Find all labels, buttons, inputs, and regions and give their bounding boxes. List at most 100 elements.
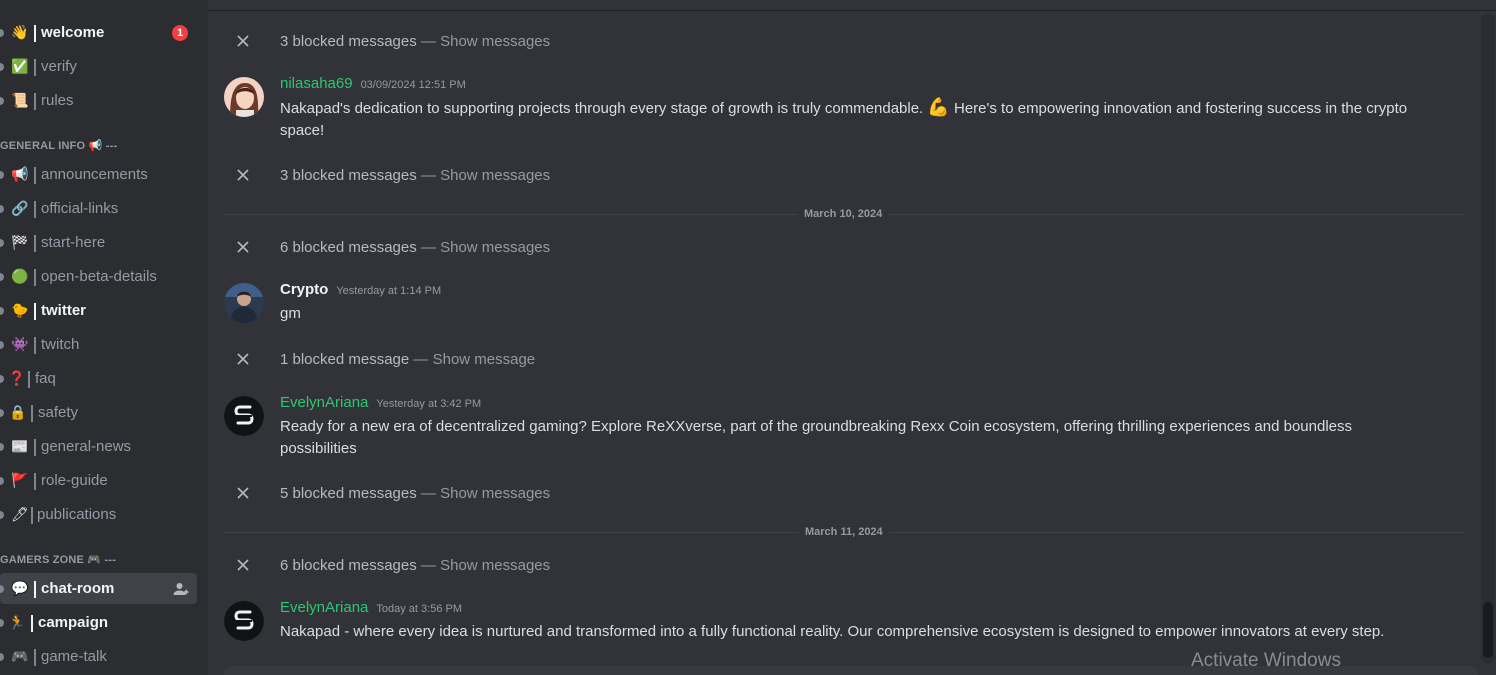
close-icon[interactable] [236, 168, 250, 182]
scroll-icon: 📜 [11, 92, 29, 109]
close-icon[interactable] [236, 352, 250, 366]
channel-safety[interactable]: 🔒 safety [0, 397, 197, 428]
channel-pin-dot [0, 584, 4, 593]
channel-separator [34, 649, 36, 666]
pen-icon: 🖊 [11, 506, 29, 523]
close-icon[interactable] [236, 240, 250, 254]
channel-pin-dot [0, 306, 4, 315]
channel-pin-dot [0, 442, 4, 451]
channel-verify[interactable]: ✅ verify [0, 51, 197, 82]
date-divider-label: March 11, 2024 [799, 526, 889, 538]
channel-label: twitter [41, 302, 86, 319]
show-messages-link[interactable]: Show messages [440, 239, 550, 256]
channel-label: safety [38, 404, 79, 421]
chat-message: nilasaha69 03/09/2024 12:51 PM Nakapad's… [224, 75, 1474, 143]
separator: — [416, 556, 441, 574]
channel-rules[interactable]: 📜 rules [0, 85, 197, 116]
chat-message: EvelynAriana Yesterday at 3:42 PM Ready … [224, 394, 1474, 462]
separator: — [416, 484, 441, 502]
channel-separator [31, 405, 33, 422]
channel-faq[interactable]: ❓ faq [0, 363, 197, 394]
channel-game-talk[interactable]: 🎮 game-talk [0, 641, 197, 672]
avatar[interactable] [224, 77, 264, 117]
channel-label: start-here [41, 234, 106, 251]
waving-hand-icon: 👋 [11, 24, 29, 41]
red-flag-icon: 🚩 [11, 472, 29, 489]
channel-separator [34, 269, 36, 286]
channel-role-guide[interactable]: 🚩 role-guide [0, 465, 197, 496]
channel-pin-dot [0, 62, 4, 71]
channel-publications[interactable]: 🖊 publications [0, 499, 197, 530]
show-messages-link[interactable]: Show messages [440, 557, 550, 574]
message-timestamp: Today at 3:56 PM [376, 603, 462, 615]
channel-label: verify [41, 58, 77, 75]
message-author[interactable]: nilasaha69 [280, 75, 353, 92]
avatar[interactable] [224, 396, 264, 436]
message-timestamp: Yesterday at 3:42 PM [376, 398, 482, 410]
channel-open-beta-details[interactable]: 🟢 open-beta-details [0, 261, 197, 292]
space-invader-icon: 👾 [11, 336, 29, 353]
link-icon: 🔗 [11, 200, 29, 217]
channel-label: open-beta-details [41, 268, 157, 285]
channel-separator [34, 337, 36, 354]
checkmark-icon: ✅ [11, 58, 29, 75]
channel-separator [34, 473, 36, 490]
show-messages-link[interactable]: Show messages [440, 33, 550, 50]
runner-icon: 🏃 [8, 614, 26, 631]
channel-sidebar: 👋 welcome 1 ✅ verify 📜 rules GENERAL INF… [0, 0, 208, 675]
add-member-icon[interactable] [172, 580, 190, 598]
message-text: Ready for a new era of decentralized gam… [280, 418, 1352, 457]
blocked-count: 6 blocked messages [280, 238, 417, 256]
category-general-info[interactable]: GENERAL INFO 📢 --- [0, 139, 117, 152]
channel-official-links[interactable]: 🔗 official-links [0, 193, 197, 224]
message-timestamp: Yesterday at 1:14 PM [336, 285, 442, 297]
mention-badge: 1 [172, 25, 188, 41]
show-messages-link[interactable]: Show messages [440, 485, 550, 502]
scrollbar-track[interactable] [1481, 14, 1495, 664]
channel-chat-room[interactable]: 💬 chat-room [0, 573, 197, 604]
close-icon[interactable] [236, 486, 250, 500]
date-divider-label: March 10, 2024 [798, 208, 889, 220]
channel-label: publications [37, 506, 117, 523]
channel-label: chat-room [41, 580, 115, 597]
channel-welcome[interactable]: 👋 welcome 1 [0, 17, 197, 48]
category-gamers-zone[interactable]: GAMERS ZONE 🎮 --- [0, 553, 116, 566]
message-author[interactable]: EvelynAriana [280, 394, 368, 411]
message-text: Nakapad - where every idea is nurtured a… [280, 623, 1385, 640]
close-icon[interactable] [236, 34, 250, 48]
channel-label: welcome [41, 24, 105, 41]
separator: — [416, 32, 441, 50]
activate-windows-watermark: Activate Windows [1191, 650, 1341, 671]
channel-separator [34, 59, 36, 76]
channel-separator [31, 615, 33, 632]
channel-label: faq [35, 370, 56, 387]
message-timestamp: 03/09/2024 12:51 PM [360, 79, 466, 91]
channel-label: role-guide [41, 472, 108, 489]
channel-separator [34, 167, 36, 184]
channel-start-here[interactable]: 🏁 start-here [0, 227, 197, 258]
newspaper-icon: 📰 [11, 438, 29, 455]
channel-pin-dot [0, 96, 4, 105]
channel-general-news[interactable]: 📰 general-news [0, 431, 197, 462]
message-author[interactable]: Crypto [280, 281, 328, 298]
close-icon[interactable] [236, 558, 250, 572]
channel-label: general-news [41, 438, 132, 455]
scrollbar-thumb[interactable] [1483, 602, 1493, 658]
channel-pin-dot [0, 204, 4, 213]
channel-twitter[interactable]: 🐤 twitter [0, 295, 197, 326]
message-text: gm [280, 305, 301, 322]
channel-announcements[interactable]: 📢 announcements [0, 159, 197, 190]
separator: — [416, 238, 441, 256]
channel-pin-dot [0, 238, 4, 247]
separator: — [409, 350, 433, 368]
channel-separator [31, 507, 33, 524]
bird-icon: 🐤 [11, 302, 29, 319]
message-author[interactable]: EvelynAriana [280, 599, 368, 616]
avatar[interactable] [224, 601, 264, 641]
channel-twitch[interactable]: 👾 twitch [0, 329, 197, 360]
channel-separator [34, 303, 36, 320]
show-messages-link[interactable]: Show message [433, 351, 536, 368]
show-messages-link[interactable]: Show messages [440, 167, 550, 184]
channel-campaign[interactable]: 🏃 campaign [0, 607, 197, 638]
avatar[interactable] [224, 283, 264, 323]
